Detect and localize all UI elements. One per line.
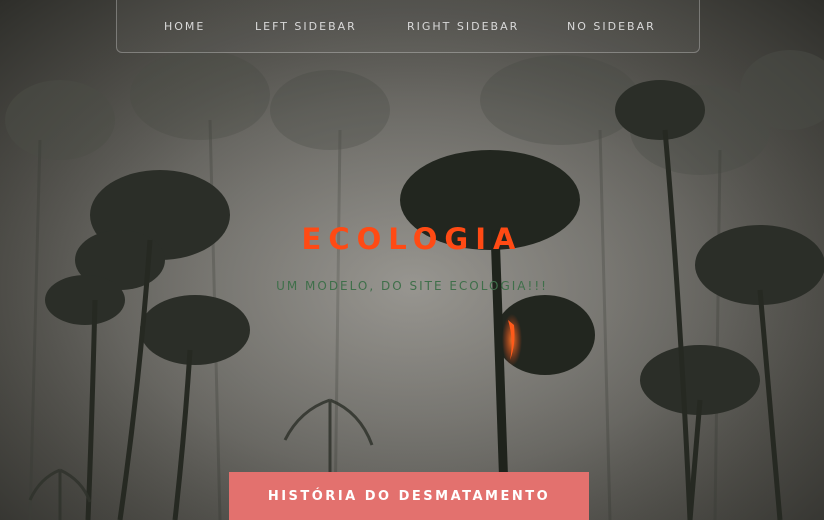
smoky-forest-background-image (0, 0, 824, 520)
hero-section: HOME LEFT SIDEBAR RIGHT SIDEBAR NO SIDEB… (0, 0, 824, 520)
site-subtitle: UM MODELO, DO SITE ECOLOGIA!!! (276, 279, 548, 293)
nav-item-home[interactable]: HOME (164, 20, 205, 33)
nav-item-no-sidebar[interactable]: NO SIDEBAR (567, 20, 656, 33)
historia-desmatamento-button[interactable]: HISTÓRIA DO DESMATAMENTO (229, 472, 589, 520)
main-navigation: HOME LEFT SIDEBAR RIGHT SIDEBAR NO SIDEB… (116, 0, 700, 53)
nav-item-right-sidebar[interactable]: RIGHT SIDEBAR (407, 20, 519, 33)
nav-item-left-sidebar[interactable]: LEFT SIDEBAR (255, 20, 357, 33)
site-title: ECOLOGIA (301, 222, 523, 256)
